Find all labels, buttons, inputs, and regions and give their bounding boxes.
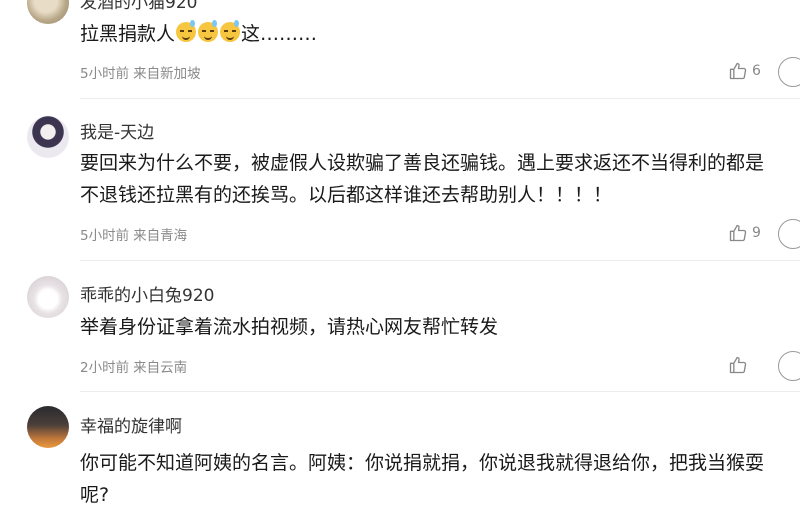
comment-item: 发酒的小猫920 拉黑捐款人 这……… 5小时前 来自新加坡 6 bbox=[0, 0, 800, 98]
comment-text: 拉黑捐款人 这……… bbox=[80, 18, 770, 50]
comment-location: 来自青海 bbox=[133, 228, 188, 244]
comment-location: 来自云南 bbox=[133, 360, 188, 376]
sweat-smile-emoji-icon bbox=[220, 20, 241, 42]
sweat-smile-emoji-icon bbox=[176, 20, 197, 42]
comment-time: 5小时前 bbox=[80, 66, 130, 82]
comment-text: 举着身份证拿着流水拍视频，请热心网友帮忙转发 bbox=[80, 316, 499, 338]
avatar[interactable] bbox=[27, 0, 69, 24]
avatar[interactable] bbox=[27, 276, 69, 318]
thumbs-up-icon bbox=[729, 356, 747, 374]
comment-username[interactable]: 乖乖的小白兔920 bbox=[80, 281, 214, 306]
comment-location: 来自新加坡 bbox=[133, 66, 201, 82]
more-button[interactable] bbox=[778, 57, 800, 87]
comment-meta: 2小时前 来自云南 bbox=[80, 356, 187, 376]
comment-item: 乖乖的小白兔920 举着身份证拿着流水拍视频，请热心网友帮忙转发 2小时前 来自云… bbox=[0, 261, 800, 391]
more-button[interactable] bbox=[778, 351, 800, 381]
more-button[interactable] bbox=[778, 219, 800, 249]
comment-text: 要回来为什么不要，被虚假人设欺骗了善良还骗钱。遇上要求返还不当得利的都是不退钱还… bbox=[80, 152, 765, 206]
comment-username[interactable]: 发酒的小猫920 bbox=[80, 0, 197, 13]
avatar[interactable] bbox=[27, 406, 69, 448]
comment-username[interactable]: 幸福的旋律啊 bbox=[80, 412, 182, 437]
comment-text: 你可能不知道阿姨的名言。阿姨：你说捐就捐，你说退我就得退给你，把我当猴耍呢? bbox=[80, 452, 765, 506]
comment-text-suffix: 这……… bbox=[241, 23, 318, 45]
thumbs-up-icon bbox=[729, 62, 747, 80]
comment-text-main: 拉黑捐款人 bbox=[80, 23, 176, 45]
like-count: 6 bbox=[752, 63, 761, 79]
comment-item: 幸福的旋律啊 你可能不知道阿姨的名言。阿姨：你说捐就捐，你说退我就得退给你，把我… bbox=[0, 392, 800, 506]
like-button[interactable]: 9 bbox=[728, 223, 761, 243]
like-button[interactable] bbox=[728, 355, 752, 375]
avatar[interactable] bbox=[27, 116, 69, 158]
comment-username[interactable]: 我是-天边 bbox=[80, 118, 154, 143]
comment-time: 2小时前 bbox=[80, 360, 130, 376]
like-button[interactable]: 6 bbox=[728, 61, 761, 81]
comment-meta: 5小时前 来自青海 bbox=[80, 224, 187, 244]
sweat-smile-emoji-icon bbox=[198, 20, 219, 42]
comment-time: 5小时前 bbox=[80, 228, 130, 244]
thumbs-up-icon bbox=[729, 224, 747, 242]
comment-item: 我是-天边 要回来为什么不要，被虚假人设欺骗了善良还骗钱。遇上要求返还不当得利的… bbox=[0, 99, 800, 259]
comment-meta: 5小时前 来自新加坡 bbox=[80, 62, 201, 82]
like-count: 9 bbox=[752, 225, 761, 241]
